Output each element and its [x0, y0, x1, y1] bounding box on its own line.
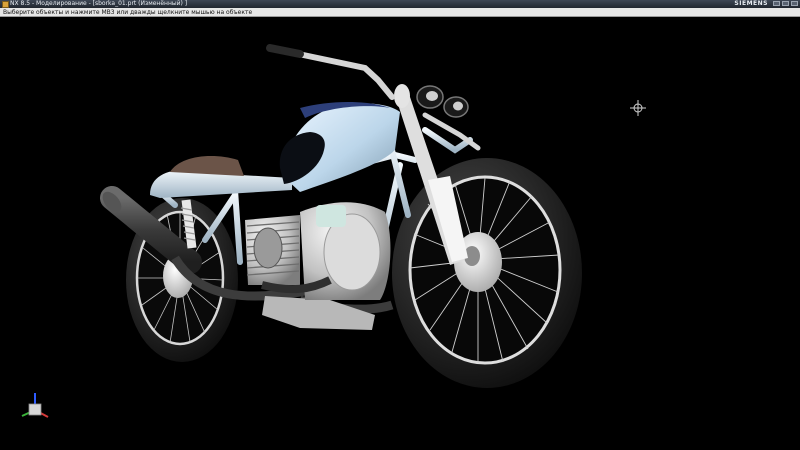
- headlights: [416, 85, 469, 118]
- engine-cylinder: [245, 215, 300, 285]
- window-controls: [773, 1, 798, 6]
- nx-app-icon: [2, 1, 9, 8]
- window-title-bar: NX 8.5 - Моделирование - [sborka_01.prt …: [0, 0, 800, 8]
- model-canvas: [21, 44, 646, 418]
- headlight-left-lens: [426, 91, 438, 101]
- cylinder-cover: [253, 227, 283, 269]
- graphics-viewport[interactable]: [0, 17, 800, 450]
- fuel-tank: [279, 102, 400, 192]
- cue-line-text: Выберите объекты и нажмите МВ3 или дважд…: [3, 9, 253, 16]
- minimize-button[interactable]: [773, 1, 780, 6]
- crosshair-cursor-icon: [630, 100, 646, 116]
- front-wheel: [392, 158, 582, 388]
- window-title: NX 8.5 - Моделирование - [sborka_01.prt …: [10, 0, 188, 7]
- fork-cap: [394, 84, 410, 108]
- engine-sump: [262, 296, 375, 330]
- siemens-brand: SIEMENS: [734, 0, 768, 7]
- seat: [150, 156, 292, 198]
- maximize-button[interactable]: [782, 1, 789, 6]
- wcs-triad-icon: [21, 393, 49, 418]
- frame-down-rear: [232, 187, 243, 265]
- headlight-right-lens: [453, 101, 463, 111]
- carburetor: [316, 205, 346, 227]
- shock-body: [181, 199, 197, 249]
- cue-line: Выберите объекты и нажмите МВ3 или дважд…: [0, 8, 800, 17]
- close-button[interactable]: [791, 1, 798, 6]
- handlebar-right: [422, 112, 481, 151]
- handlebar-grip: [266, 44, 304, 58]
